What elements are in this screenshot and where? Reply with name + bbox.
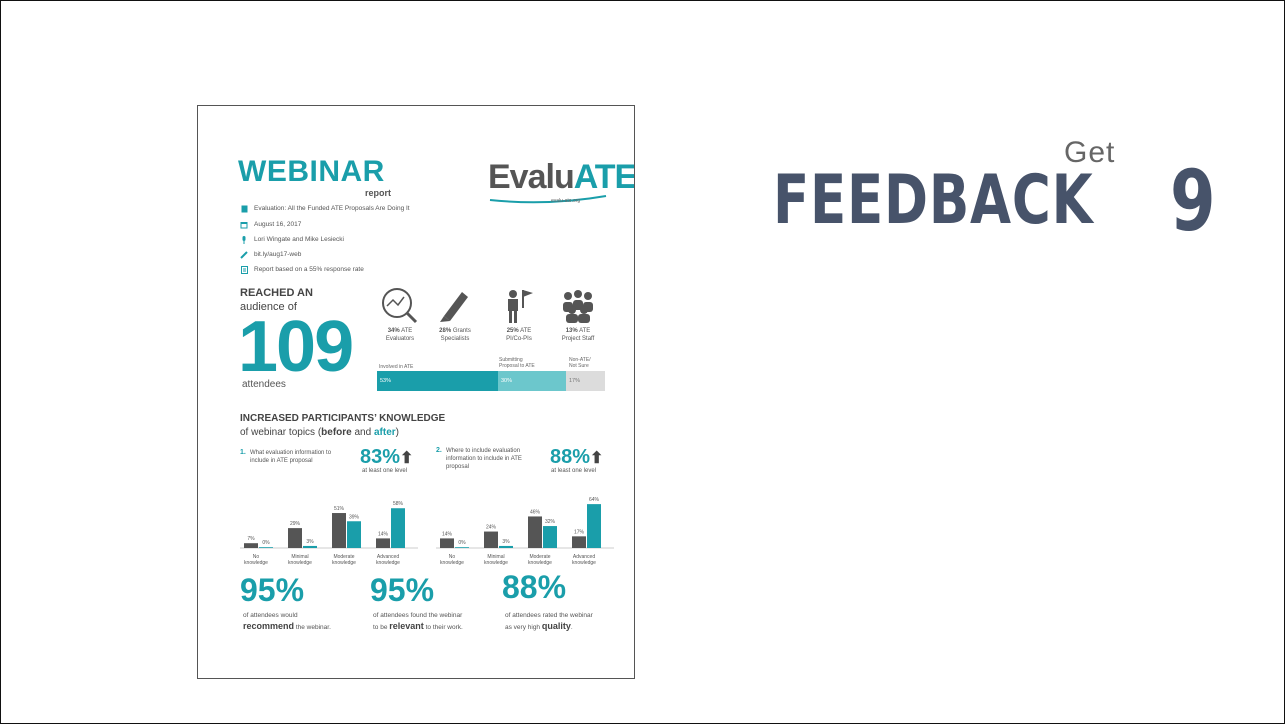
bar-before — [484, 531, 498, 548]
bar-before — [376, 538, 390, 548]
microphone-icon — [240, 235, 248, 244]
involvement-segment: 53% — [377, 371, 498, 391]
bar-value-label: 17% — [574, 529, 585, 535]
meta-text: bit.ly/aug17-web — [254, 251, 302, 258]
link-icon — [240, 250, 248, 259]
step-number: 9 — [1170, 152, 1216, 250]
meta-text: Evaluation: All the Funded ATE Proposals… — [254, 205, 410, 212]
audience-label-staff: 13% ATE Project Staff — [561, 328, 595, 342]
chart-category-label: Advanced knowledge — [376, 554, 400, 566]
bar-value-label: 14% — [442, 531, 453, 537]
bar-after — [391, 508, 405, 548]
bar-before — [244, 543, 258, 548]
knowledge-title: INCREASED PARTICIPANTS’ KNOWLEDGE — [240, 413, 446, 424]
meta-text: Report based on a 55% response rate — [254, 266, 364, 273]
bar-value-label: 14% — [378, 531, 389, 537]
bar-before — [288, 528, 302, 548]
logo-swoosh-icon — [489, 195, 607, 204]
bar-after — [543, 526, 557, 548]
pen-icon — [440, 292, 468, 322]
audience-label-grants: 28% Grants Specialists — [439, 328, 471, 342]
bar-value-label: 0% — [458, 540, 466, 546]
bar-value-label: 7% — [247, 536, 255, 542]
involvement-segment: 17% — [566, 371, 605, 391]
logo-url: evalu-ate.org — [551, 198, 581, 204]
meta-row-link: bit.ly/aug17-web — [240, 249, 301, 260]
book-icon — [240, 205, 248, 213]
bar-value-label: 64% — [589, 497, 600, 503]
question-1-percent: 83%⬆ — [360, 446, 414, 468]
chart-category-label: No knowledge — [244, 554, 268, 566]
evaluator-chart-icon — [382, 288, 418, 324]
question-2-sub: at least one level — [551, 468, 597, 474]
question-2-number: 2. — [436, 447, 442, 454]
evaluate-logo: EvaluATE — [488, 158, 635, 196]
attendees-label: attendees — [242, 379, 286, 390]
stat-quality-value: 88% — [502, 569, 567, 605]
bar-value-label: 29% — [290, 521, 301, 527]
knowledge-chart-1: 7% 0% 29% 3% 51% 39% 14% 58% — [240, 501, 418, 549]
meta-row-title: Evaluation: All the Funded ATE Proposals… — [240, 203, 410, 214]
knowledge-chart-2: 14% 0% 24% 3% 46% 32% 17% 64% — [436, 497, 614, 549]
report-subtitle: report — [365, 188, 392, 198]
bar-after — [347, 521, 361, 548]
chart-category-label: Minimal knowledge — [288, 554, 312, 566]
meta-row-presenters: Lori Wingate and Mike Lesiecki — [240, 234, 344, 245]
stat-relevant-text: of attendees found the webinar to be rele… — [373, 612, 463, 631]
chart-category-label: Moderate knowledge — [332, 554, 356, 566]
bar-before — [332, 513, 346, 548]
involvement-segment: 30% — [498, 371, 566, 391]
stat-recommend-text: of attendees would recommend the webinar. — [243, 612, 331, 631]
meta-text: Lori Wingate and Mike Lesiecki — [254, 236, 344, 243]
bar-value-label: 51% — [334, 506, 345, 512]
question-2-text: Where to include evaluation information t… — [446, 448, 522, 470]
bar-value-label: 46% — [530, 509, 541, 515]
bar-value-label: 3% — [502, 539, 510, 545]
attendee-count: 109 — [238, 307, 354, 387]
stat-quality-text: of attendees rated the webinar as very hi… — [505, 612, 593, 631]
bar-after — [455, 547, 469, 548]
meta-text: August 16, 2017 — [254, 221, 302, 228]
involvement-label-2: Non-ATE/Not Sure — [569, 357, 591, 369]
bar-value-label: 32% — [545, 519, 556, 525]
bar-value-label: 3% — [306, 539, 314, 545]
involvement-label-0: Involved in ATE — [379, 364, 414, 370]
bar-after — [303, 545, 317, 548]
heading-feedback: FEEDBACK — [773, 161, 1094, 240]
bar-value-label: 24% — [486, 525, 497, 531]
bar-before — [572, 536, 586, 548]
question-1-sub: at least one level — [362, 468, 408, 474]
person-flag-icon — [508, 290, 533, 323]
stat-recommend-value: 95% — [240, 572, 305, 608]
bar-value-label: 0% — [262, 540, 270, 546]
bar-before — [528, 516, 542, 548]
bar-value-label: 39% — [349, 514, 360, 520]
bar-after — [259, 547, 273, 548]
question-1-number: 1. — [240, 449, 246, 456]
chart-category-label: Minimal knowledge — [484, 554, 508, 566]
bar-before — [440, 538, 454, 548]
meta-row-date: August 16, 2017 — [240, 219, 301, 230]
report-title: WEBINAR — [238, 155, 385, 188]
clipboard-icon — [240, 265, 248, 274]
calendar-icon — [240, 221, 248, 229]
chart-category-label: No knowledge — [440, 554, 464, 566]
slide-frame — [0, 0, 1285, 724]
knowledge-subtitle: of webinar topics (before and after) — [240, 427, 399, 438]
reached-heading: REACHED AN — [240, 287, 313, 299]
question-1-text: What evaluation information to include in… — [250, 450, 332, 464]
question-2-percent: 88%⬆ — [550, 446, 604, 468]
stat-relevant-value: 95% — [370, 572, 435, 608]
involvement-label-1: Submitting Proposal to ATE — [499, 357, 535, 369]
chart-category-label: Moderate knowledge — [528, 554, 552, 566]
bar-after — [587, 504, 601, 548]
bar-value-label: 58% — [393, 501, 404, 507]
meta-row-response: Report based on a 55% response rate — [240, 264, 364, 275]
group-icon — [563, 290, 593, 323]
chart-category-label: Advanced knowledge — [572, 554, 596, 566]
bar-after — [499, 545, 513, 548]
webinar-report-document: WEBINAR report EvaluATE evalu-ate.org Ev… — [197, 105, 635, 679]
